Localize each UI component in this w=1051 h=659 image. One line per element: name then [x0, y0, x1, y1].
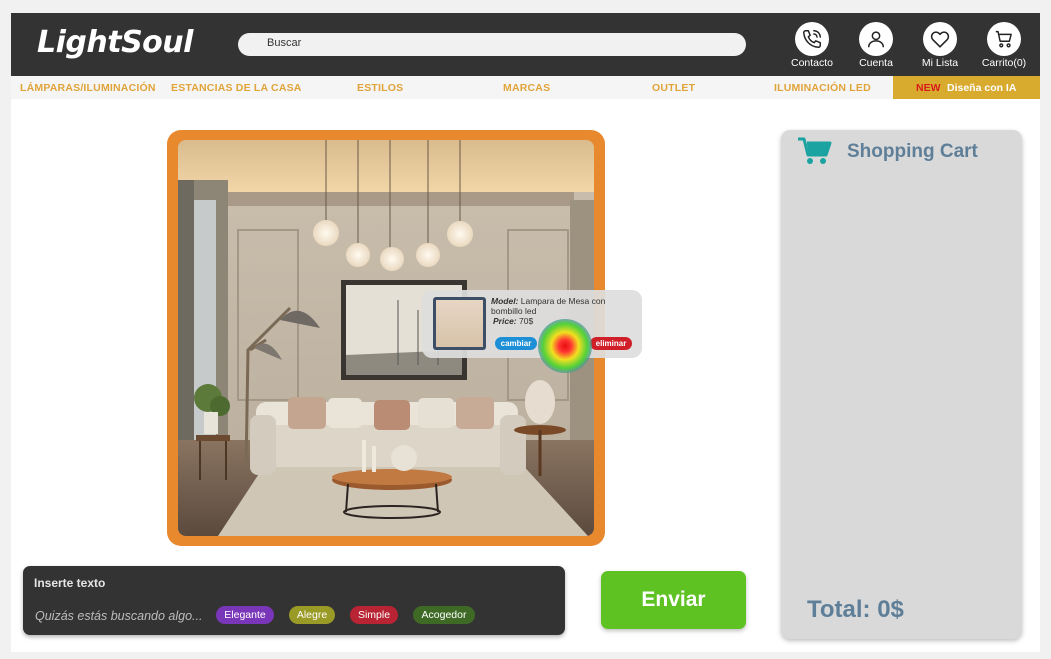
prompt-title: Inserte texto	[34, 576, 106, 590]
send-button[interactable]: Enviar	[601, 571, 746, 629]
heart-icon	[930, 31, 950, 48]
wishlist-label: Mi Lista	[921, 57, 959, 69]
phone-icon	[803, 30, 821, 48]
cart-label: Carrito(0)	[981, 57, 1027, 69]
chip-alegre[interactable]: Alegre	[289, 606, 335, 624]
nav-lamparas[interactable]: LÁMPARAS/ILUMINACIÓN	[20, 82, 156, 94]
nav-marcas[interactable]: MARCAS	[503, 82, 550, 94]
shopping-cart-icon	[798, 137, 832, 164]
nav-outlet[interactable]: OUTLET	[652, 82, 695, 94]
top-header: LightSoul Buscar Contacto Cuenta Mi List…	[11, 13, 1040, 76]
delete-button[interactable]: eliminar	[590, 337, 632, 350]
chip-simple[interactable]: Simple	[350, 606, 398, 624]
click-heatmap-marker	[538, 319, 592, 373]
account-button[interactable]	[859, 22, 893, 56]
prompt-panel: Inserte texto Quizás estás buscando algo…	[23, 566, 565, 635]
account-label: Cuenta	[859, 57, 893, 69]
app-frame: LightSoul Buscar Contacto Cuenta Mi List…	[11, 13, 1040, 652]
model-label: Model:	[491, 296, 519, 306]
search-input[interactable]: Buscar	[238, 33, 746, 56]
chip-acogedor[interactable]: Acogedor	[413, 606, 475, 624]
nav-estancias[interactable]: ESTANCIAS DE LA CASA	[171, 82, 302, 94]
product-thumbnail	[433, 297, 486, 350]
change-button[interactable]: cambiar	[495, 337, 537, 350]
contact-label: Contacto	[790, 57, 834, 69]
nav-iluminacion-led[interactable]: ILUMINACIÓN LED	[774, 82, 871, 94]
cart-icon	[995, 30, 1012, 48]
category-nav: LÁMPARAS/ILUMINACIÓN ESTANCIAS DE LA CAS…	[11, 76, 1040, 99]
wishlist-button[interactable]	[923, 22, 957, 56]
chip-elegante[interactable]: Elegante	[216, 606, 274, 624]
product-popup: Model: Lampara de Mesa con bombillo led …	[422, 290, 642, 358]
nav-ai-label: Diseña con IA	[947, 82, 1017, 94]
nav-estilos[interactable]: ESTILOS	[357, 82, 403, 94]
price-value: 70$	[519, 316, 534, 326]
search-placeholder: Buscar	[267, 37, 302, 49]
cart-total: Total: 0$	[807, 596, 904, 623]
price-label: Price:	[493, 316, 517, 326]
shopping-cart-panel: Shopping Cart Total: 0$	[781, 130, 1022, 639]
nav-design-with-ai[interactable]: NEW Diseña con IA	[893, 76, 1040, 99]
cart-title: Shopping Cart	[847, 141, 978, 162]
cart-button[interactable]	[987, 22, 1021, 56]
new-badge: NEW	[916, 82, 941, 94]
brand-logo[interactable]: LightSoul	[37, 25, 193, 60]
contact-button[interactable]	[795, 22, 829, 56]
user-icon	[867, 31, 885, 48]
prompt-input[interactable]: Quizás estás buscando algo...	[35, 609, 202, 623]
